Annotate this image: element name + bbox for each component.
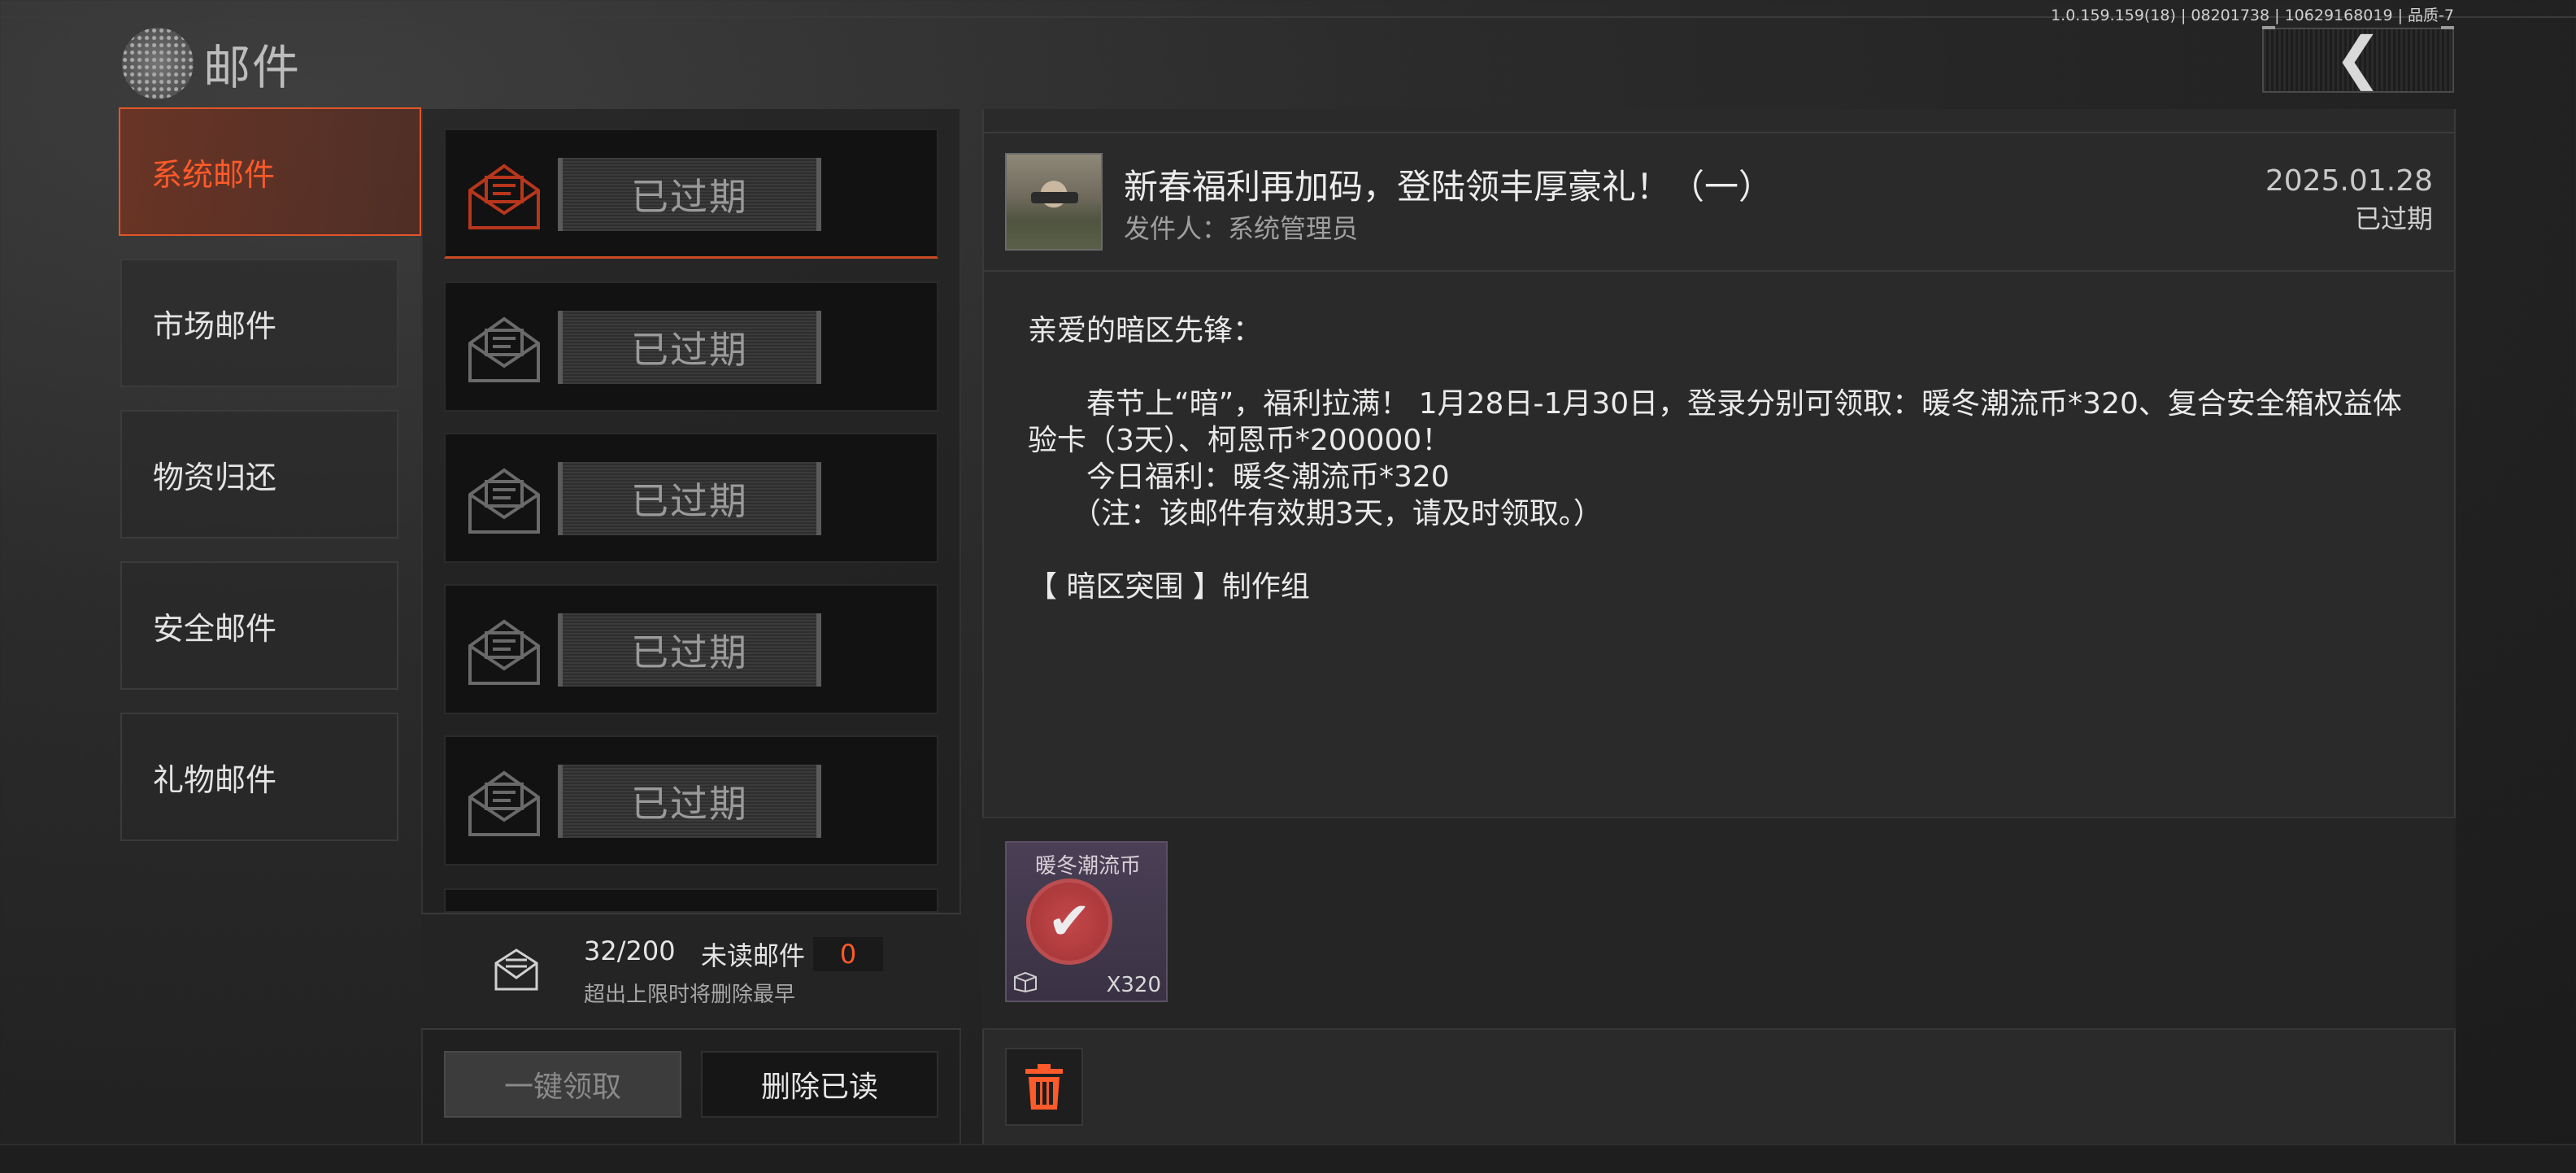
box-icon bbox=[1014, 971, 1037, 992]
mail-body: 亲爱的暗区先锋： 春节上“暗”，福利拉满！ 1月28日-1月30日，登录分别可领… bbox=[1028, 314, 2402, 604]
mail-list-item[interactable]: 已过期 bbox=[444, 584, 938, 714]
claim-all-button[interactable]: 一键领取 bbox=[444, 1051, 681, 1118]
unread-count: 0 bbox=[813, 937, 883, 971]
check-icon: ✔ bbox=[1047, 892, 1091, 952]
category-system-mail[interactable]: 系统邮件 bbox=[119, 107, 421, 236]
category-gift-mail[interactable]: 礼物邮件 bbox=[120, 713, 398, 841]
globe-icon bbox=[122, 28, 194, 99]
bottom-bar bbox=[0, 1144, 2576, 1173]
delete-mail-button[interactable] bbox=[1005, 1048, 1083, 1126]
mail-sender: 发件人：系统管理员 bbox=[1124, 213, 1359, 244]
mail-list-item[interactable]: 已过期 bbox=[444, 735, 938, 866]
expired-badge: 已过期 bbox=[558, 158, 821, 231]
open-envelope-icon bbox=[468, 619, 540, 685]
expired-badge: 已过期 bbox=[558, 462, 821, 535]
mail-title: 新春福利再加码，登陆领丰厚豪礼！（一） bbox=[1124, 167, 1773, 207]
mail-list-item[interactable]: 已过期 bbox=[444, 281, 938, 412]
chevron-left-icon: ❮ bbox=[2334, 24, 2382, 91]
mail-list-item-partial[interactable] bbox=[444, 888, 938, 913]
attachment-name: 暖冬潮流币 bbox=[1034, 854, 1141, 879]
page-header: 邮件 bbox=[122, 23, 301, 104]
back-button[interactable]: ❮ bbox=[2262, 24, 2454, 93]
page-title: 邮件 bbox=[203, 40, 302, 95]
attachment-quantity: X320 bbox=[1106, 973, 1161, 997]
trash-icon bbox=[1025, 1064, 1063, 1110]
attachment-item[interactable]: 暖冬潮流币 ✔ X320 bbox=[1005, 841, 1168, 1002]
version-info: 1.0.159.159(18) | 08201738 | 10629168019… bbox=[2051, 7, 2454, 24]
mailbox-stats: 32/200 未读邮件 0 超出上限时将删除最早 bbox=[421, 913, 961, 1030]
open-envelope-icon bbox=[468, 468, 540, 534]
category-supply-return[interactable]: 物资归还 bbox=[120, 410, 398, 539]
envelope-icon bbox=[494, 948, 538, 991]
open-envelope-icon bbox=[468, 316, 540, 382]
claimed-stamp: ✔ bbox=[1026, 879, 1112, 965]
mail-count: 32/200 bbox=[584, 935, 676, 966]
mail-status: 已过期 bbox=[2354, 203, 2433, 234]
expired-badge: 已过期 bbox=[558, 765, 821, 838]
delete-read-button[interactable]: 删除已读 bbox=[701, 1051, 938, 1118]
expired-badge: 已过期 bbox=[558, 311, 821, 384]
category-market-mail[interactable]: 市场邮件 bbox=[120, 259, 398, 387]
open-envelope-icon bbox=[468, 164, 540, 229]
mail-list-item[interactable]: 已过期 bbox=[444, 129, 938, 259]
limit-note: 超出上限时将删除最早 bbox=[584, 983, 796, 1007]
detail-top-strip bbox=[982, 109, 2456, 133]
mail-date: 2025.01.28 bbox=[2265, 164, 2433, 198]
expired-badge: 已过期 bbox=[558, 613, 821, 687]
open-envelope-icon bbox=[468, 770, 540, 836]
sender-avatar bbox=[1005, 153, 1103, 251]
mail-list-item[interactable]: 已过期 bbox=[444, 433, 938, 563]
avatar-mask-band bbox=[1031, 192, 1078, 203]
category-security-mail[interactable]: 安全邮件 bbox=[120, 561, 398, 690]
unread-label: 未读邮件 bbox=[701, 940, 806, 971]
attachment-area bbox=[982, 817, 2456, 1030]
